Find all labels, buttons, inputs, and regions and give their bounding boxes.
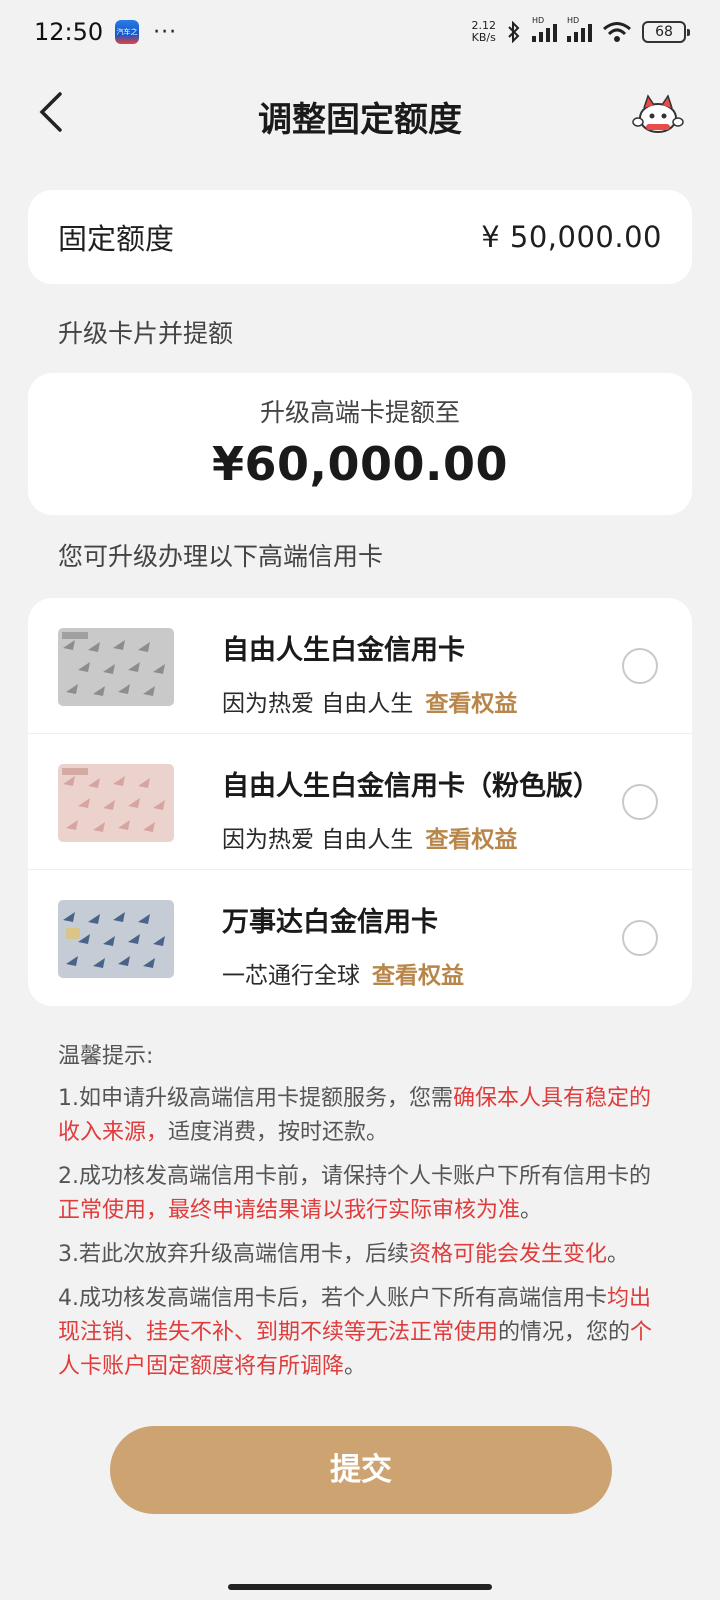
card-name: 自由人生白金信用卡 (222, 635, 465, 666)
tip-item: 4.成功核发高端信用卡后，若个人账户下所有高端信用卡均出现注销、挂失不补、到期不… (58, 1286, 653, 1379)
tips-section: 温馨提示: 1.如申请升级高端信用卡提额服务，您需确保本人具有稳定的收入来源，适… (58, 1040, 668, 1394)
mascot-icon[interactable] (632, 92, 684, 136)
view-benefits-link[interactable]: 查看权益 (372, 963, 464, 989)
card-name: 自由人生白金信用卡（粉色版） (222, 771, 600, 802)
app-notification-icon: 汽车之家 (115, 20, 140, 44)
card-desc-row: 因为热爱 自由人生 查看权益 (222, 820, 517, 854)
card-select-radio[interactable] (622, 920, 658, 956)
card-name: 万事达白金信用卡 (222, 907, 438, 938)
more-notifications-icon: ··· (153, 19, 178, 45)
page-title: 调整固定额度 (258, 100, 462, 140)
upgrade-amount: ¥60,000.00 (211, 437, 508, 491)
card-desc-row: 因为热爱 自由人生 查看权益 (222, 684, 517, 718)
tip-item: 1.如申请升级高端信用卡提额服务，您需确保本人具有稳定的收入来源，适度消费，按时… (58, 1086, 652, 1145)
home-indicator[interactable] (228, 1584, 492, 1590)
status-bar: 12:50 汽车之家 ··· 2.12 KB/s HD HD 68 (0, 0, 720, 64)
fixed-limit-card: 固定额度 ¥ 50,000.00 (28, 190, 692, 284)
view-benefits-link[interactable]: 查看权益 (425, 691, 517, 717)
view-benefits-link[interactable]: 查看权益 (425, 827, 517, 853)
card-desc-row: 一芯通行全球 查看权益 (222, 956, 464, 990)
cards-section-label: 您可升级办理以下高端信用卡 (58, 542, 384, 571)
card-option-freedom-platinum[interactable]: 自由人生白金信用卡 因为热爱 自由人生 查看权益 (28, 598, 692, 734)
nav-bar: 调整固定额度 (0, 72, 720, 156)
tip-item: 2.成功核发高端信用卡前，请保持个人卡账户下所有信用卡的正常使用，最终申请结果请… (58, 1164, 651, 1223)
card-option-mastercard-platinum[interactable]: 万事达白金信用卡 一芯通行全球 查看权益 (28, 870, 692, 1006)
wifi-icon (603, 22, 631, 42)
card-list: 自由人生白金信用卡 因为热爱 自由人生 查看权益 自由人生白金信用卡（粉色版） 因… (28, 598, 692, 1006)
bluetooth-icon (508, 21, 520, 43)
card-image-blue (58, 900, 174, 978)
fixed-limit-value: ¥ 50,000.00 (481, 220, 662, 254)
card-option-freedom-platinum-pink[interactable]: 自由人生白金信用卡（粉色版） 因为热爱 自由人生 查看权益 (28, 734, 692, 870)
tip-item: 3.若此次放弃升级高端信用卡，后续资格可能会发生变化。 (58, 1242, 630, 1267)
signal-icon: HD (532, 16, 557, 42)
upgrade-subtitle: 升级高端卡提额至 (259, 398, 460, 427)
card-select-radio[interactable] (622, 784, 658, 820)
card-image-pink (58, 764, 174, 842)
card-desc: 因为热爱 自由人生 (222, 691, 414, 717)
submit-button[interactable]: 提交 (110, 1426, 612, 1514)
tips-title: 温馨提示: (58, 1044, 154, 1069)
battery-icon: 68 (642, 21, 690, 43)
card-image-silver (58, 628, 174, 706)
fixed-limit-label: 固定额度 (58, 222, 175, 256)
upgrade-section-label: 升级卡片并提额 (58, 319, 234, 348)
card-desc: 因为热爱 自由人生 (222, 827, 414, 853)
status-icons: 2.12 KB/s HD HD 68 (471, 16, 690, 44)
signal-icon: HD (567, 16, 592, 42)
card-select-radio[interactable] (622, 648, 658, 684)
status-time: 12:50 (34, 18, 104, 46)
card-desc: 一芯通行全球 (222, 963, 360, 989)
network-speed: 2.12 KB/s (471, 19, 497, 44)
upgrade-limit-card: 升级高端卡提额至 ¥60,000.00 (28, 373, 692, 515)
